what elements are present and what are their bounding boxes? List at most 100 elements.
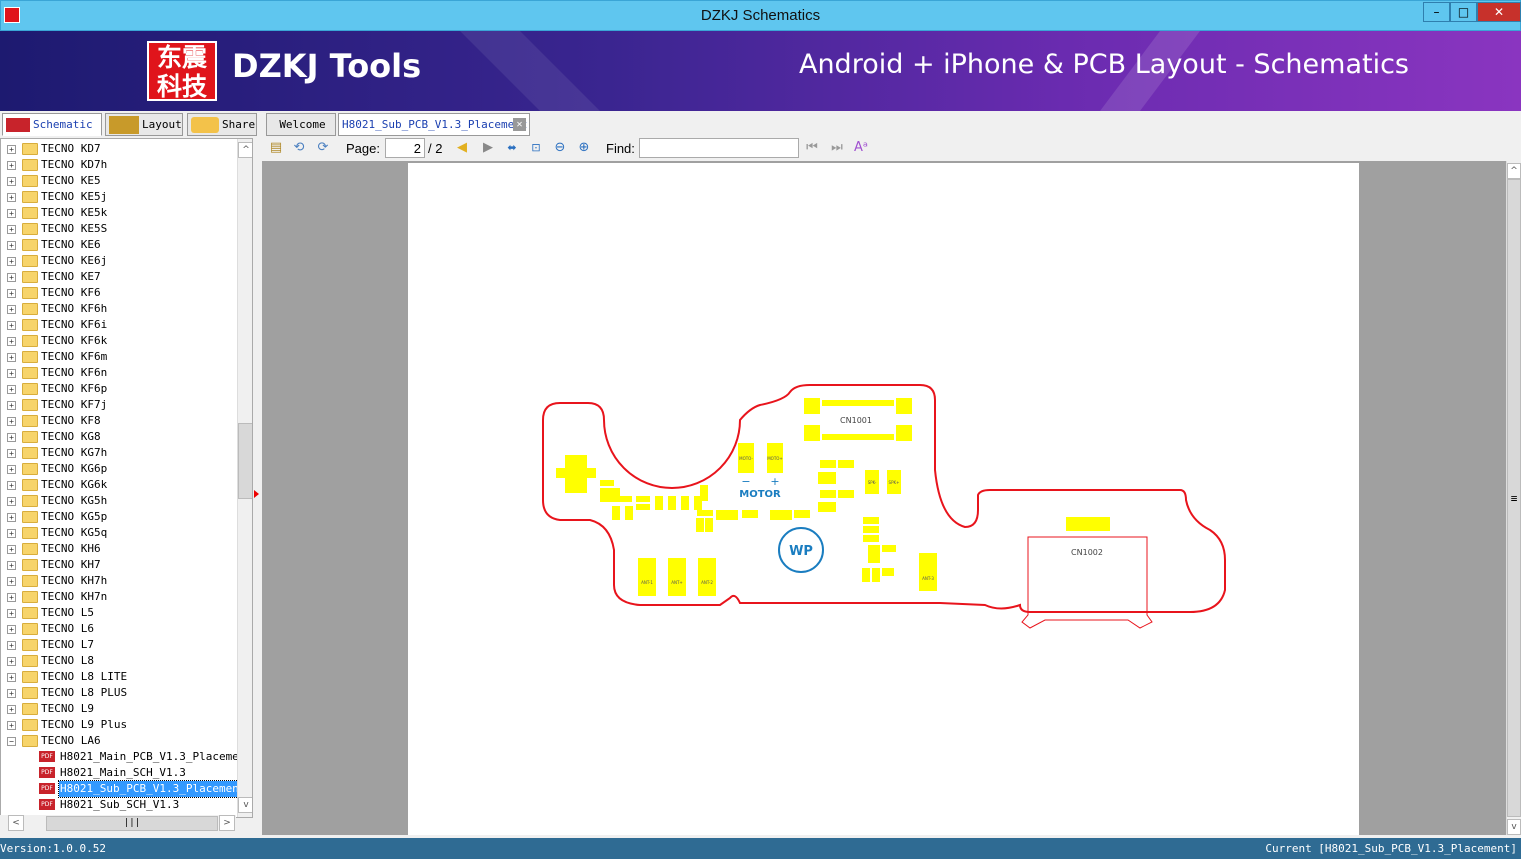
tree-folder[interactable]: + TECNO KG7h xyxy=(1,445,237,461)
tree-folder[interactable]: + TECNO KH6 xyxy=(1,541,237,557)
expand-icon[interactable]: + xyxy=(7,401,16,410)
splitter-arrow-icon[interactable] xyxy=(254,490,259,498)
tree-folder[interactable]: + TECNO KG6k xyxy=(1,477,237,493)
close-tab-icon[interactable]: ✕ xyxy=(513,118,526,131)
expand-icon[interactable]: + xyxy=(7,529,16,538)
open-icon[interactable]: ▤ xyxy=(267,139,285,157)
tree-folder[interactable]: + TECNO KE6 xyxy=(1,237,237,253)
expand-icon[interactable]: + xyxy=(7,513,16,522)
zoom-in-icon[interactable]: ⊕ xyxy=(575,139,593,157)
find-previous-icon[interactable]: ⏮ xyxy=(803,139,821,157)
tree-folder[interactable]: + TECNO KF6p xyxy=(1,381,237,397)
tree-folder[interactable]: + TECNO L8 xyxy=(1,653,237,669)
expand-icon[interactable]: + xyxy=(7,305,16,314)
tree-folder[interactable]: + TECNO KH7n xyxy=(1,589,237,605)
expand-icon[interactable]: + xyxy=(7,593,16,602)
tab-welcome[interactable]: Welcome xyxy=(266,113,336,136)
expand-icon[interactable]: + xyxy=(7,369,16,378)
scroll-left-button[interactable]: < xyxy=(8,815,24,831)
expand-icon[interactable]: + xyxy=(7,193,16,202)
expand-icon[interactable]: + xyxy=(7,145,16,154)
expand-icon[interactable]: + xyxy=(7,337,16,346)
expand-icon[interactable]: + xyxy=(7,561,16,570)
scroll-thumb[interactable]: ||| xyxy=(46,816,218,831)
tree-folder[interactable]: + TECNO KE7 xyxy=(1,269,237,285)
expand-icon[interactable]: + xyxy=(7,449,16,458)
tab-share[interactable]: Share xyxy=(187,113,257,136)
fit-page-icon[interactable]: ⊡ xyxy=(527,139,545,157)
expand-icon[interactable]: + xyxy=(7,609,16,618)
find-next-icon[interactable]: ⏭ xyxy=(828,139,846,157)
expand-icon[interactable]: + xyxy=(7,353,16,362)
tree-folder[interactable]: + TECNO KG5p xyxy=(1,509,237,525)
match-case-icon[interactable]: Aᵃ xyxy=(852,139,870,157)
tree-file[interactable]: PDF H8021_Sub_PCB_V1.3_Placement xyxy=(1,780,248,798)
tree-folder[interactable]: + TECNO KF6n xyxy=(1,365,237,381)
expand-icon[interactable]: + xyxy=(7,497,16,506)
scroll-right-button[interactable]: > xyxy=(219,815,235,831)
tab-layout[interactable]: Layout xyxy=(105,113,183,136)
expand-icon[interactable]: + xyxy=(7,721,16,730)
expand-icon[interactable]: + xyxy=(7,625,16,634)
expand-icon[interactable]: + xyxy=(7,417,16,426)
scroll-up-button[interactable]: ^ xyxy=(238,142,252,158)
tree-folder[interactable]: + TECNO KH7h xyxy=(1,573,237,589)
tree-folder[interactable]: + TECNO KF6h xyxy=(1,301,237,317)
minimize-button[interactable]: – xyxy=(1423,2,1450,22)
tree-folder[interactable]: + TECNO KF8 xyxy=(1,413,237,429)
maximize-button[interactable]: □ xyxy=(1450,2,1477,22)
rotate-right-icon[interactable]: ⟳ xyxy=(314,139,332,157)
expand-icon[interactable]: + xyxy=(7,433,16,442)
expand-icon[interactable]: + xyxy=(7,705,16,714)
tree-vertical-scrollbar[interactable]: ^ v xyxy=(237,139,252,817)
expand-icon[interactable]: + xyxy=(7,545,16,554)
tree-folder[interactable]: + TECNO KE5S xyxy=(1,221,237,237)
tree-folder[interactable]: + TECNO KD7h xyxy=(1,157,237,173)
tree-folder[interactable]: + TECNO L5 xyxy=(1,605,237,621)
expand-icon[interactable]: + xyxy=(7,689,16,698)
tree-folder[interactable]: + TECNO L8 PLUS xyxy=(1,685,237,701)
scroll-thumb[interactable] xyxy=(238,423,252,499)
tree-file[interactable]: PDF H8021_Sub_SCH_V1.3 xyxy=(1,797,237,813)
tree-file[interactable]: PDF H8021_Main_PCB_V1.3_Placement xyxy=(1,749,252,765)
expand-icon[interactable]: + xyxy=(7,257,16,266)
expand-icon[interactable]: + xyxy=(7,465,16,474)
expand-icon[interactable]: + xyxy=(7,657,16,666)
page-number-input[interactable] xyxy=(385,138,425,158)
next-page-icon[interactable]: ▶ xyxy=(479,139,497,157)
tree-folder[interactable]: + TECNO L9 Plus xyxy=(1,717,237,733)
tree-folder[interactable]: + TECNO L9 xyxy=(1,701,237,717)
tree-folder[interactable]: + TECNO L6 xyxy=(1,621,237,637)
expand-icon[interactable]: + xyxy=(7,641,16,650)
tree-file[interactable]: PDF H8021_Main_SCH_V1.3 xyxy=(1,765,237,781)
tree-folder[interactable]: + TECNO KF6i xyxy=(1,317,237,333)
tree-folder[interactable]: − TECNO LA6 xyxy=(1,733,237,749)
tree-folder[interactable]: + TECNO KE5j xyxy=(1,189,237,205)
scroll-thumb[interactable]: ≡ xyxy=(1507,179,1521,817)
tree-folder[interactable]: + TECNO KE6j xyxy=(1,253,237,269)
close-button[interactable]: ✕ xyxy=(1477,2,1521,22)
tree-folder[interactable]: + TECNO KG5h xyxy=(1,493,237,509)
tab-h8021-sub-pcb[interactable]: H8021_Sub_PCB_V1.3_Placement ✕ xyxy=(338,113,530,136)
scroll-down-button[interactable]: v xyxy=(1507,819,1521,835)
expand-icon[interactable]: + xyxy=(7,385,16,394)
document-vertical-scrollbar[interactable]: ^ ≡ v xyxy=(1506,161,1521,835)
fit-width-icon[interactable]: ⬌ xyxy=(503,139,521,157)
expand-icon[interactable]: + xyxy=(7,273,16,282)
previous-page-icon[interactable]: ◀ xyxy=(453,139,471,157)
expand-icon[interactable]: + xyxy=(7,481,16,490)
expand-icon[interactable]: + xyxy=(7,673,16,682)
tree-folder[interactable]: + TECNO KG8 xyxy=(1,429,237,445)
tree-folder[interactable]: + TECNO KF7j xyxy=(1,397,237,413)
find-input[interactable] xyxy=(639,138,799,158)
expand-icon[interactable]: + xyxy=(7,577,16,586)
rotate-left-icon[interactable]: ⟲ xyxy=(290,139,308,157)
tree-folder[interactable]: + TECNO KH7 xyxy=(1,557,237,573)
scroll-down-button[interactable]: v xyxy=(238,797,252,813)
tree-folder[interactable]: + TECNO KF6m xyxy=(1,349,237,365)
tree-folder[interactable]: + TECNO KD7 xyxy=(1,141,237,157)
tree-folder[interactable]: + TECNO L8 LITE xyxy=(1,669,237,685)
expand-icon[interactable]: + xyxy=(7,289,16,298)
tree-folder[interactable]: + TECNO KE5k xyxy=(1,205,237,221)
expand-icon[interactable]: + xyxy=(7,209,16,218)
